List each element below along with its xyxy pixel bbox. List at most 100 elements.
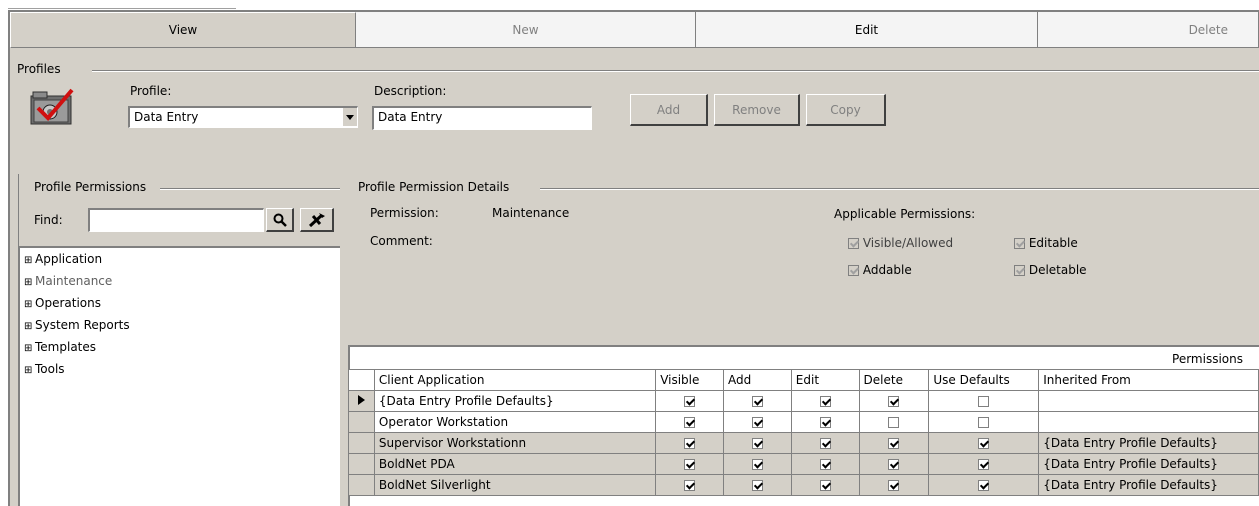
- chevron-down-icon[interactable]: [342, 108, 357, 126]
- cell-inherited-from[interactable]: [1038, 411, 1259, 433]
- cell-delete[interactable]: [858, 411, 930, 433]
- edit-checkbox[interactable]: [819, 396, 831, 407]
- cell-edit[interactable]: [790, 390, 860, 412]
- add-checkbox[interactable]: [751, 480, 763, 491]
- cell-delete[interactable]: [858, 432, 930, 454]
- cell-add[interactable]: [723, 390, 792, 412]
- add-button[interactable]: Add: [630, 94, 708, 126]
- cell-add[interactable]: [723, 474, 792, 496]
- find-input[interactable]: [88, 208, 264, 232]
- column-header[interactable]: Add: [723, 369, 792, 391]
- delete-checkbox[interactable]: [888, 417, 900, 428]
- delete-checkbox[interactable]: [888, 396, 900, 407]
- cell-client-application[interactable]: Operator Workstation: [373, 411, 657, 433]
- cell-edit[interactable]: [790, 453, 860, 475]
- table-row[interactable]: {Data Entry Profile Defaults}: [348, 390, 1259, 412]
- cell-use-defaults[interactable]: [928, 453, 1040, 475]
- use-defaults-checkbox[interactable]: [978, 417, 990, 428]
- tree-item-maintenance[interactable]: ⊞ Maintenance: [24, 274, 112, 288]
- use-defaults-checkbox[interactable]: [978, 396, 990, 407]
- cell-add[interactable]: [723, 432, 792, 454]
- delete-checkbox[interactable]: [888, 480, 900, 491]
- column-header[interactable]: Client Application: [373, 369, 657, 391]
- cell-visible[interactable]: [655, 453, 725, 475]
- cell-inherited-from[interactable]: {Data Entry Profile Defaults}: [1038, 453, 1259, 475]
- delete-button[interactable]: Delete: [1038, 12, 1259, 48]
- cell-delete[interactable]: [858, 390, 930, 412]
- table-row[interactable]: Supervisor Workstationn {Data Entry Profi…: [348, 432, 1259, 454]
- delete-checkbox[interactable]: [888, 438, 900, 449]
- visible-checkbox[interactable]: [684, 417, 696, 428]
- table-row[interactable]: BoldNet PDA {Data Entry Profile Defaults}: [348, 453, 1259, 475]
- cell-edit[interactable]: [790, 411, 860, 433]
- tree-item-application[interactable]: ⊞ Application: [24, 252, 102, 266]
- expand-icon[interactable]: ⊞: [24, 344, 33, 354]
- edit-checkbox[interactable]: [819, 417, 831, 428]
- cell-inherited-from[interactable]: {Data Entry Profile Defaults}: [1038, 474, 1259, 496]
- column-header[interactable]: Inherited From: [1038, 369, 1259, 391]
- row-indicator[interactable]: [348, 453, 375, 475]
- cell-inherited-from[interactable]: {Data Entry Profile Defaults}: [1038, 432, 1259, 454]
- cell-use-defaults[interactable]: [928, 474, 1040, 496]
- tree-item-operations[interactable]: ⊞ Operations: [24, 296, 101, 310]
- visible-checkbox[interactable]: [684, 480, 696, 491]
- add-checkbox[interactable]: [751, 438, 763, 449]
- use-defaults-checkbox[interactable]: [978, 459, 990, 470]
- cell-use-defaults[interactable]: [928, 411, 1040, 433]
- tree-item-templates[interactable]: ⊞ Templates: [24, 340, 96, 354]
- expand-icon[interactable]: ⊞: [24, 322, 33, 332]
- cell-client-application[interactable]: BoldNet Silverlight: [373, 474, 657, 496]
- cell-use-defaults[interactable]: [928, 390, 1040, 412]
- row-indicator[interactable]: [348, 390, 375, 412]
- visible-checkbox[interactable]: [684, 438, 696, 449]
- cell-client-application[interactable]: Supervisor Workstationn: [373, 432, 657, 454]
- use-defaults-checkbox[interactable]: [978, 480, 990, 491]
- cell-edit[interactable]: [790, 432, 860, 454]
- search-icon[interactable]: [266, 208, 294, 232]
- copy-button[interactable]: Copy: [806, 94, 886, 126]
- expand-icon[interactable]: ⊞: [24, 278, 33, 288]
- edit-checkbox[interactable]: [819, 438, 831, 449]
- add-checkbox[interactable]: [751, 459, 763, 470]
- cell-delete[interactable]: [858, 474, 930, 496]
- cell-visible[interactable]: [655, 390, 725, 412]
- tree-item-tools[interactable]: ⊞ Tools: [24, 362, 65, 376]
- row-indicator[interactable]: [348, 411, 375, 433]
- delete-checkbox[interactable]: [888, 459, 900, 470]
- cell-delete[interactable]: [858, 453, 930, 475]
- permissions-tree[interactable]: ⊞ Application ⊞ Maintenance ⊞ Operations ⊞ S…: [18, 246, 340, 506]
- clear-filter-icon[interactable]: [300, 208, 334, 232]
- view-button[interactable]: View: [10, 12, 356, 48]
- visible-checkbox[interactable]: [684, 459, 696, 470]
- tree-item-system-reports[interactable]: ⊞ System Reports: [24, 318, 130, 332]
- new-button[interactable]: New: [356, 12, 696, 48]
- cell-visible[interactable]: [655, 474, 725, 496]
- edit-checkbox[interactable]: [819, 480, 831, 491]
- remove-button[interactable]: Remove: [714, 94, 800, 126]
- cell-edit[interactable]: [790, 474, 860, 496]
- cell-add[interactable]: [723, 411, 792, 433]
- add-checkbox[interactable]: [751, 396, 763, 407]
- cell-use-defaults[interactable]: [928, 432, 1040, 454]
- expand-icon[interactable]: ⊞: [24, 300, 33, 310]
- column-header[interactable]: Delete: [858, 369, 930, 391]
- description-field[interactable]: Data Entry: [372, 106, 592, 130]
- add-checkbox[interactable]: [751, 417, 763, 428]
- cell-inherited-from[interactable]: [1038, 390, 1259, 412]
- column-header[interactable]: Use Defaults: [928, 369, 1040, 391]
- column-header[interactable]: Visible: [655, 369, 725, 391]
- cell-visible[interactable]: [655, 411, 725, 433]
- column-header[interactable]: Edit: [790, 369, 860, 391]
- cell-client-application[interactable]: {Data Entry Profile Defaults}: [373, 390, 657, 412]
- cell-visible[interactable]: [655, 432, 725, 454]
- expand-icon[interactable]: ⊞: [24, 366, 33, 376]
- visible-checkbox[interactable]: [684, 396, 696, 407]
- row-indicator[interactable]: [348, 474, 375, 496]
- cell-add[interactable]: [723, 453, 792, 475]
- expand-icon[interactable]: ⊞: [24, 256, 33, 266]
- edit-checkbox[interactable]: [819, 459, 831, 470]
- table-row[interactable]: Operator Workstation: [348, 411, 1259, 433]
- row-indicator[interactable]: [348, 432, 375, 454]
- table-row[interactable]: BoldNet Silverlight {Data Entry Profile D…: [348, 474, 1259, 496]
- edit-button[interactable]: Edit: [696, 12, 1038, 48]
